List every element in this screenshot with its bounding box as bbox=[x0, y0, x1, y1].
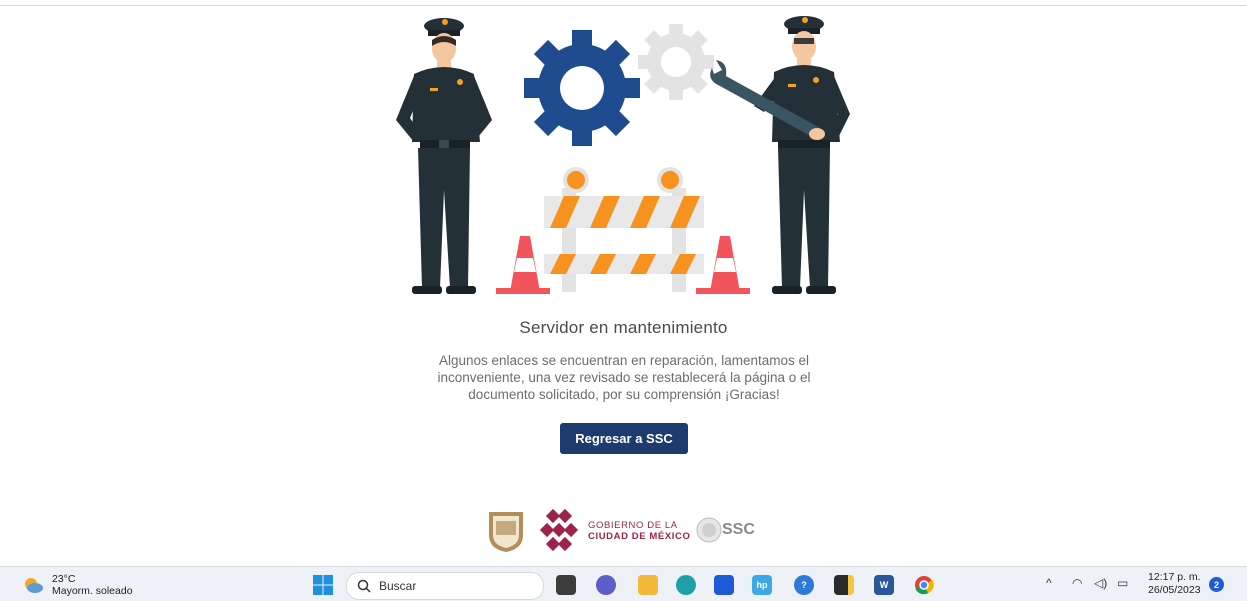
task-view-icon[interactable] bbox=[556, 575, 576, 595]
back-to-ssc-button[interactable]: Regresar a SSC bbox=[560, 423, 688, 454]
gov-line-2: CIUDAD DE MÉXICO bbox=[588, 531, 691, 542]
cone-right-icon bbox=[696, 236, 750, 294]
clock[interactable]: 12:17 p. m. 26/05/2023 bbox=[1148, 571, 1201, 597]
gray-gear-icon bbox=[638, 24, 714, 100]
gov-cdmx-wordmark: GOBIERNO DE LA CIUDAD DE MÉXICO bbox=[588, 520, 691, 542]
footer-logos: GOBIERNO DE LA CIUDAD DE MÉXICO SSC bbox=[486, 507, 766, 555]
clock-time: 12:17 p. m. bbox=[1148, 571, 1201, 583]
windows-taskbar: 23°C Mayorm. soleado Buscar hp ? W ^ ◠ ◁… bbox=[0, 566, 1247, 601]
get-help-icon[interactable]: ? bbox=[794, 575, 814, 595]
taskbar-search[interactable]: Buscar bbox=[346, 572, 544, 600]
barrier-icon bbox=[544, 167, 704, 292]
maintenance-message: Algunos enlaces se encuentran en reparac… bbox=[437, 353, 811, 402]
wifi-icon[interactable]: ◠ bbox=[1072, 576, 1082, 590]
teams-chat-icon[interactable] bbox=[596, 575, 616, 595]
cone-left-icon bbox=[496, 236, 550, 294]
search-icon bbox=[357, 579, 371, 593]
search-placeholder: Buscar bbox=[379, 579, 417, 593]
clock-date: 26/05/2023 bbox=[1148, 584, 1201, 596]
weather-widget[interactable]: 23°C Mayorm. soleado bbox=[22, 573, 133, 597]
edge-browser-icon[interactable] bbox=[676, 575, 696, 595]
gov-line-1: GOBIERNO DE LA bbox=[588, 520, 678, 531]
blue-gear-icon bbox=[524, 30, 640, 146]
page-title: Servidor en mantenimiento bbox=[519, 318, 728, 337]
top-divider bbox=[0, 5, 1247, 6]
battery-icon[interactable]: ▭ bbox=[1117, 576, 1128, 590]
notification-badge[interactable]: 2 bbox=[1209, 577, 1224, 592]
maintenance-illustration bbox=[396, 16, 850, 294]
partly-sunny-icon bbox=[25, 578, 43, 593]
ssc-wordmark: SSC bbox=[722, 521, 755, 538]
weather-temperature: 23°C bbox=[52, 573, 76, 585]
myhp-icon[interactable]: hp bbox=[752, 575, 772, 595]
word-icon[interactable]: W bbox=[874, 575, 894, 595]
show-hidden-icons-chevron-icon[interactable]: ^ bbox=[1046, 576, 1052, 590]
ssc-seal-icon bbox=[696, 517, 722, 543]
cdmx-government-logo-icon bbox=[539, 508, 579, 552]
volume-icon[interactable]: ◁) bbox=[1094, 576, 1107, 590]
sticky-notes-icon[interactable] bbox=[834, 575, 854, 595]
police-officer-left-icon bbox=[396, 18, 492, 294]
cdmx-coat-of-arms-icon bbox=[489, 512, 523, 552]
windows-start-icon[interactable] bbox=[313, 575, 333, 595]
microsoft-store-icon[interactable] bbox=[714, 575, 734, 595]
weather-description: Mayorm. soleado bbox=[52, 585, 133, 597]
police-officer-right-icon bbox=[754, 16, 850, 294]
file-explorer-icon[interactable] bbox=[638, 575, 658, 595]
chrome-icon[interactable] bbox=[914, 575, 934, 595]
